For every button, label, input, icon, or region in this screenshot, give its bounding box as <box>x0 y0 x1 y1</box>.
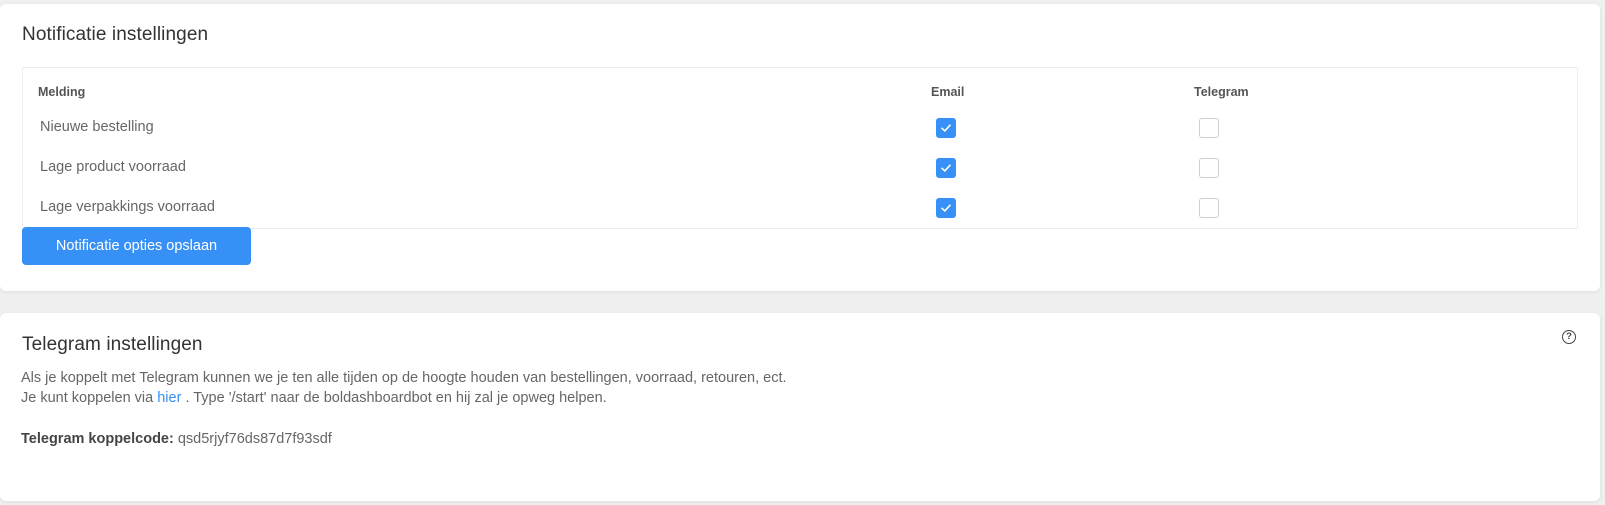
telegram-description-after-link: . Type '/start' naar de boldashboardbot … <box>185 390 607 406</box>
telegram-code-value: qsd5rjyf76ds87d7f93sdf <box>177 431 332 447</box>
telegram-description-line-2: Je kunt koppelen via hier . Type '/start… <box>21 390 607 406</box>
telegram-code-line: Telegram koppelcode: qsd5rjyf76ds87d7f93… <box>21 431 332 447</box>
table-row-nieuwe-bestelling: Nieuwe bestelling <box>23 107 1577 147</box>
check-icon <box>941 124 951 132</box>
telegram-description-line-1: Als je koppelt met Telegram kunnen we je… <box>21 370 787 386</box>
notification-settings-card: Notificatie instellingen Melding Email T… <box>0 4 1600 291</box>
notification-settings-title: Notificatie instellingen <box>22 24 209 45</box>
telegram-settings-card: Telegram instellingen ? Als je koppelt m… <box>0 313 1600 501</box>
email-checkbox-lage-product-voorraad[interactable] <box>936 158 956 178</box>
telegram-link-hier[interactable]: hier <box>157 390 181 406</box>
email-checkbox-lage-verpakkings-voorraad[interactable] <box>936 198 956 218</box>
telegram-checkbox-lage-verpakkings-voorraad[interactable] <box>1199 198 1219 218</box>
check-icon <box>941 204 951 212</box>
telegram-settings-title: Telegram instellingen <box>22 334 203 355</box>
notification-table: Melding Email Telegram Nieuwe bestelling… <box>22 67 1578 229</box>
row-label: Nieuwe bestelling <box>40 119 154 135</box>
check-icon <box>941 164 951 172</box>
column-header-telegram: Telegram <box>1194 85 1249 99</box>
telegram-checkbox-nieuwe-bestelling[interactable] <box>1199 118 1219 138</box>
column-header-email: Email <box>931 85 965 99</box>
row-label: Lage verpakkings voorraad <box>40 199 215 215</box>
telegram-description-before-link: Je kunt koppelen via <box>21 390 154 406</box>
email-checkbox-nieuwe-bestelling[interactable] <box>936 118 956 138</box>
row-label: Lage product voorraad <box>40 159 186 175</box>
save-notification-options-button[interactable]: Notificatie opties opslaan <box>22 227 251 265</box>
telegram-code-label: Telegram koppelcode: <box>21 431 174 447</box>
table-row-lage-verpakkings-voorraad: Lage verpakkings voorraad <box>23 187 1577 227</box>
table-row-lage-product-voorraad: Lage product voorraad <box>23 147 1577 187</box>
question-circle-icon[interactable]: ? <box>1562 330 1576 344</box>
telegram-checkbox-lage-product-voorraad[interactable] <box>1199 158 1219 178</box>
column-header-melding: Melding <box>38 85 86 99</box>
